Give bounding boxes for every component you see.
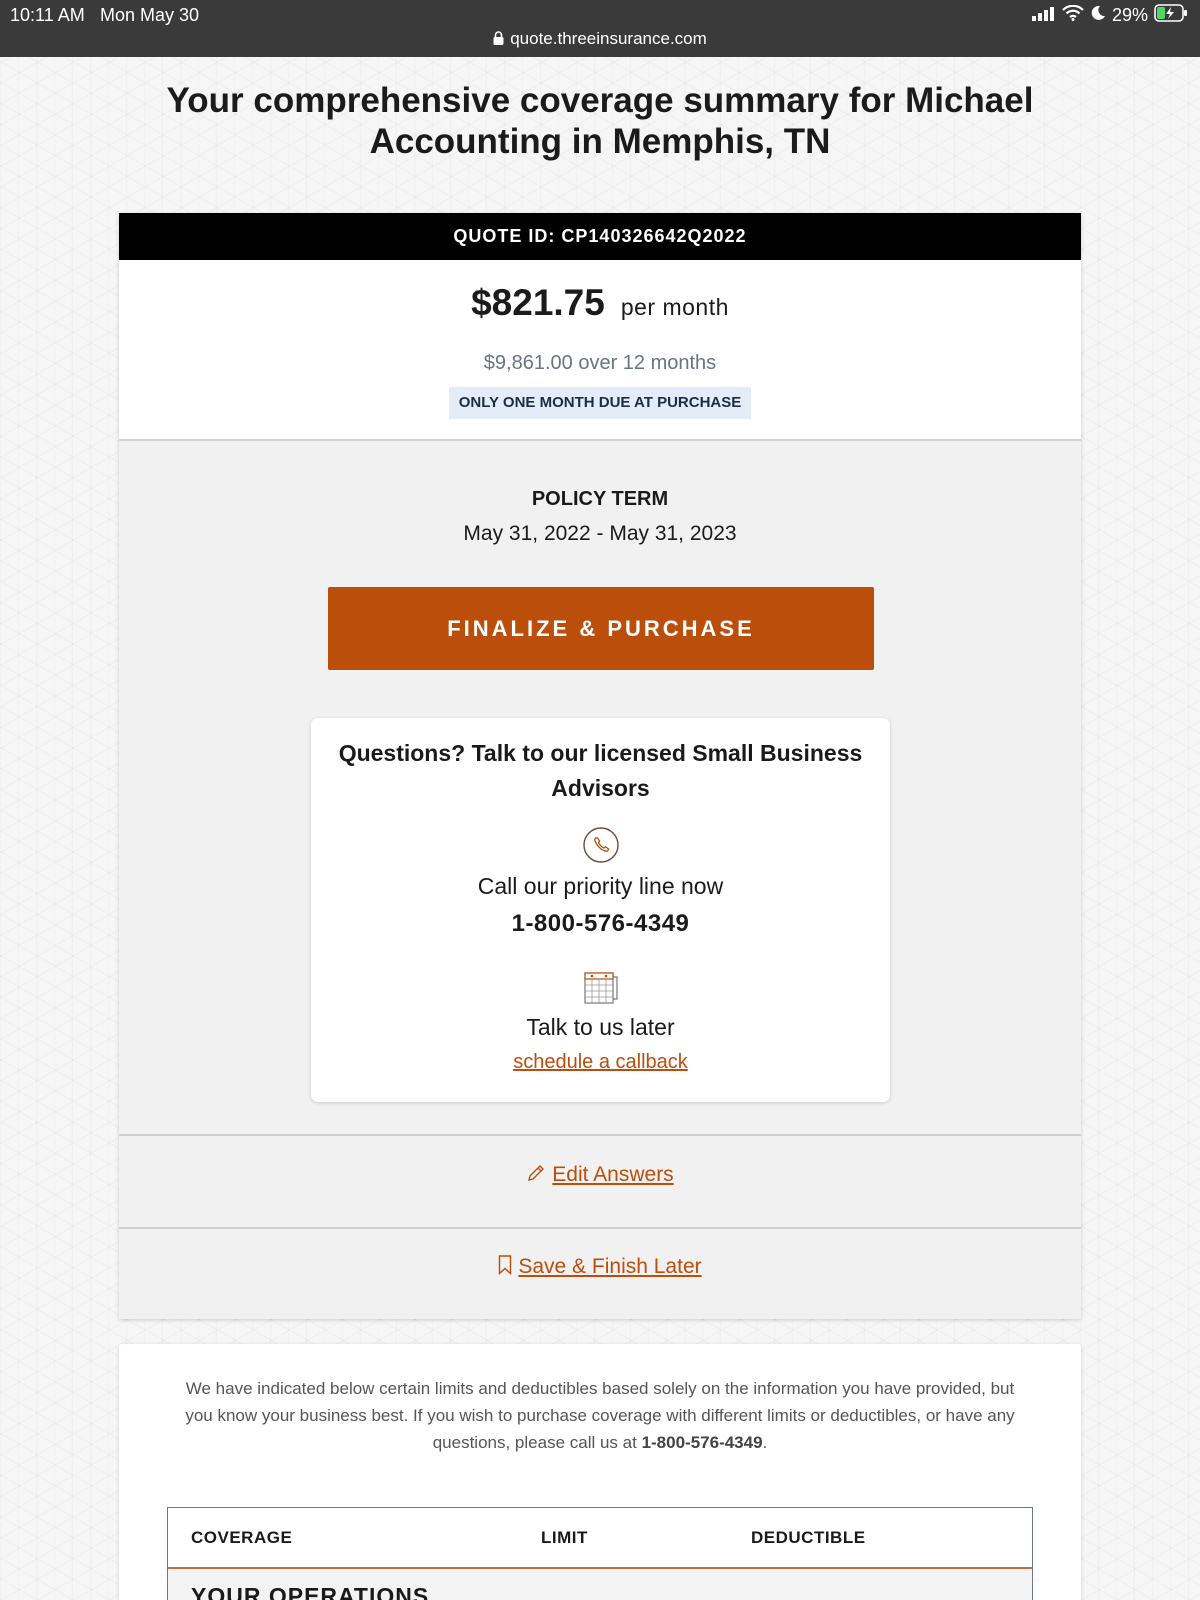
quote-id: QUOTE ID: CP140326642Q2022 [119,213,1081,260]
call-label: Call our priority line now [477,873,724,899]
column-header-coverage: COVERAGE [191,1528,293,1547]
battery-icon [1154,4,1188,27]
calendar-icon [583,969,619,1005]
url-text: quote.threeinsurance.com [510,29,707,48]
column-header-limit: LIMIT [541,1528,588,1547]
divider [119,1134,1081,1136]
price-line: $821.75 per month [119,282,1081,324]
status-bar: 10:11 AM Mon May 30 29% quote.threeinsur… [0,0,1200,57]
monthly-unit: per month [620,294,729,320]
status-time: 10:11 AM [10,5,85,25]
policy-term-label: POLICY TERM [531,488,669,510]
edit-answers-row: Edit Answers [119,1163,1081,1189]
policy-term-dates: May 31, 2022 - May 31, 2023 [463,522,737,545]
advisor-title: Questions? Talk to our licensed Small Bu… [338,740,863,801]
wifi-icon [1062,4,1084,26]
edit-answers-link[interactable]: Edit Answers [552,1163,673,1186]
disclaimer-phone[interactable]: 1-800-576-4349 [642,1433,763,1452]
section-label-operations: YOUR OPERATIONS [191,1583,430,1600]
disclaimer-text: We have indicated below certain limits a… [185,1379,1015,1452]
coverage-disclaimer: We have indicated below certain limits a… [174,1375,1026,1456]
price-section: $821.75 per month $9,861.00 over 12 month… [119,260,1081,441]
table-section: YOUR OPERATIONS [168,1569,1032,1600]
due-badge: ONLY ONE MONTH DUE AT PURCHASE [449,387,751,419]
phone-number[interactable]: 1-800-576-4349 [311,910,890,938]
later-label: Talk to us later [526,1014,675,1040]
schedule-callback-link[interactable]: schedule a callback [311,1051,890,1074]
table-header: COVERAGE LIMIT DEDUCTIBLE [168,1508,1032,1569]
bookmark-icon [498,1255,512,1281]
disclaimer-end: . [762,1433,768,1452]
coverage-card: We have indicated below certain limits a… [119,1344,1081,1600]
moon-icon [1090,5,1106,26]
monthly-price: $821.75 [471,282,605,323]
divider [119,1227,1081,1229]
column-header-deductible: DEDUCTIBLE [751,1528,866,1547]
advisor-box: Questions? Talk to our licensed Small Bu… [311,718,890,1102]
battery-text: 29% [1111,5,1148,25]
status-indicators: 29% [1031,4,1188,27]
coverage-table: COVERAGE LIMIT DEDUCTIBLE YOUR OPERATION… [167,1507,1033,1600]
signal-icon [1031,5,1056,26]
save-finish-later-link[interactable]: Save & Finish Later [518,1255,701,1278]
status-date: Mon May 30 [100,5,200,25]
lock-icon [493,30,504,50]
quote-card: QUOTE ID: CP140326642Q2022 $821.75 per mo… [119,213,1081,1319]
pencil-icon [526,1163,546,1189]
annual-price: $9,861.00 over 12 months [483,352,717,374]
page-title: Your comprehensive coverage summary for … [166,81,1034,161]
address-bar[interactable]: quote.threeinsurance.com [0,29,1200,50]
phone-icon [583,827,619,863]
finalize-purchase-button[interactable]: FINALIZE & PURCHASE [328,587,874,670]
save-finish-later-row: Save & Finish Later [119,1255,1081,1281]
